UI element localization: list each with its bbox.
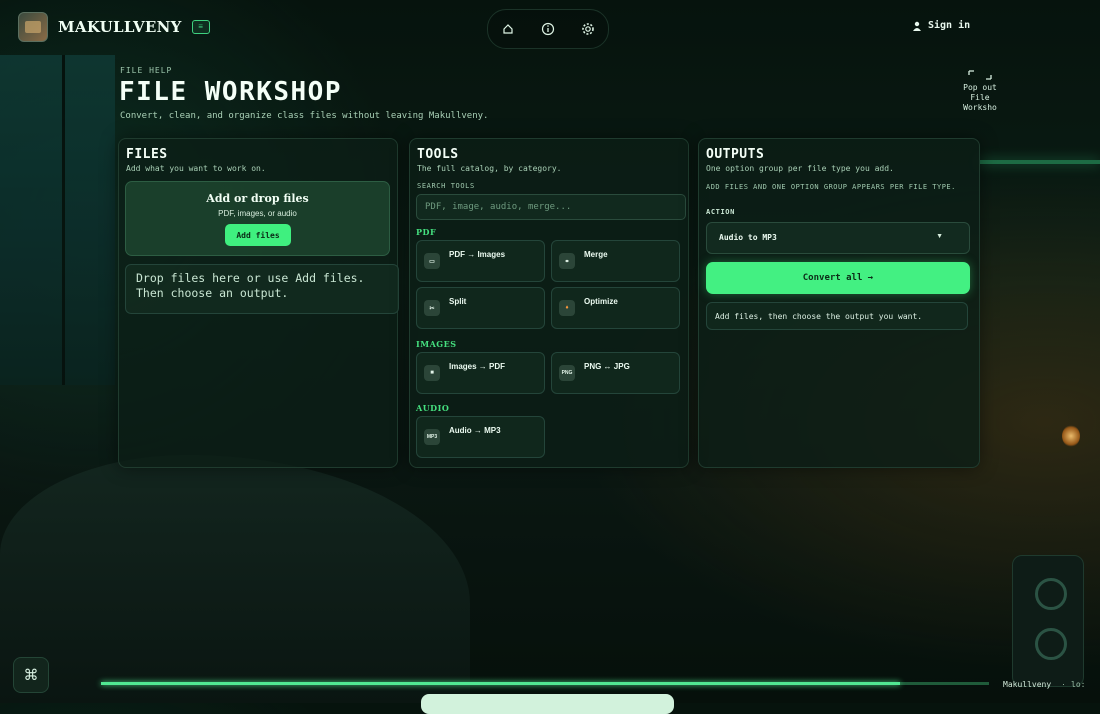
background-bed	[0, 455, 470, 703]
files-title: FILES	[126, 147, 168, 162]
bottom-dock[interactable]	[421, 694, 674, 714]
tool-audio-to-mp3[interactable]: MP3 Audio → MP3	[416, 416, 545, 458]
tool-pdf-to-images[interactable]: ▭ PDF → Images	[416, 240, 545, 282]
top-navigation	[487, 9, 609, 49]
category-pdf: PDF	[416, 227, 437, 237]
dropzone-title: Add or drop files	[206, 192, 309, 205]
sign-in-button[interactable]: Sign in	[912, 20, 970, 31]
command-icon[interactable]: ⌘	[13, 657, 49, 693]
tool-merge[interactable]: ⚭ Merge	[551, 240, 680, 282]
pop-out-button[interactable]: Pop out File Worksho	[955, 70, 1005, 113]
footer-extra: lo:	[1071, 680, 1086, 689]
tool-split[interactable]: ✂ Split	[416, 287, 545, 329]
brand-logo	[18, 12, 48, 42]
outputs-note: ADD FILES AND ONE OPTION GROUP APPEARS P…	[706, 183, 956, 191]
footer-brand: Makullveny	[1003, 680, 1052, 689]
tool-label: Merge	[584, 250, 608, 259]
add-files-button[interactable]: Add files	[225, 224, 291, 246]
search-input[interactable]	[416, 194, 686, 220]
home-icon[interactable]	[497, 18, 519, 40]
category-audio: AUDIO	[416, 403, 450, 413]
mp3-icon: MP3	[424, 429, 440, 445]
info-icon[interactable]	[537, 18, 559, 40]
outputs-panel: OUTPUTS One option group per file type y…	[698, 138, 980, 468]
brand-name: MAKULLVENY	[58, 18, 182, 36]
outputs-title: OUTPUTS	[706, 147, 765, 162]
tool-optimize[interactable]: ♦ Optimize	[551, 287, 680, 329]
dropzone-subtitle: PDF, images, or audio	[218, 209, 297, 218]
tool-label: Split	[449, 297, 467, 306]
file-dropzone[interactable]: Add or drop files PDF, images, or audio …	[125, 181, 390, 256]
files-subtitle: Add what you want to work on.	[126, 164, 266, 173]
tool-png-jpg[interactable]: PNG PNG ↔ JPG	[551, 352, 680, 394]
page-subtitle: Convert, clean, and organize class files…	[120, 111, 489, 121]
background-lamp	[1062, 425, 1080, 447]
chevron-down-icon: ▼	[936, 233, 943, 240]
footer-separator: ·	[1062, 679, 1065, 689]
files-hint: Drop files here or use Add files. Then c…	[125, 264, 399, 314]
background-speaker	[1012, 555, 1084, 687]
page-title: FILE WORKSHOP	[119, 77, 342, 107]
tools-subtitle: The full catalog, by category.	[417, 164, 562, 173]
outputs-message: Add files, then choose the output you wa…	[706, 302, 968, 330]
progress-track	[101, 682, 989, 685]
search-label: SEARCH TOOLS	[417, 182, 475, 190]
action-select-value: Audio to MP3	[719, 233, 777, 242]
action-label: ACTION	[706, 208, 735, 216]
tool-label: Images → PDF	[449, 362, 506, 371]
convert-all-button[interactable]: Convert all →	[706, 262, 970, 294]
tool-label: Audio → MP3	[449, 426, 501, 435]
flame-icon: ♦	[559, 300, 575, 316]
pop-out-icon	[968, 70, 992, 80]
outputs-subtitle: One option group per file type you add.	[706, 164, 894, 173]
background-window	[0, 55, 115, 385]
gear-icon[interactable]	[577, 18, 599, 40]
pop-out-label: Pop out File Worksho	[963, 83, 997, 112]
brand[interactable]: MAKULLVENY ≡	[18, 12, 210, 42]
background-shelf-light	[980, 160, 1100, 164]
user-icon	[913, 21, 921, 31]
sign-in-label: Sign in	[928, 20, 971, 31]
progress-fill	[101, 682, 901, 685]
tool-images-to-pdf[interactable]: ■ Images → PDF	[416, 352, 545, 394]
action-select[interactable]: Audio to MP3 ▼	[706, 222, 970, 254]
image-icon: ▭	[424, 253, 440, 269]
file-icon: ■	[424, 365, 440, 381]
files-panel: FILES Add what you want to work on. Add …	[118, 138, 399, 468]
tools-title: TOOLS	[417, 147, 459, 162]
png-icon: PNG	[559, 365, 575, 381]
tool-label: PNG ↔ JPG	[584, 362, 630, 371]
tool-label: PDF → Images	[449, 250, 506, 259]
link-icon: ⚭	[559, 253, 575, 269]
tools-panel: TOOLS The full catalog, by category. SEA…	[409, 138, 689, 468]
chat-badge-icon: ≡	[191, 20, 210, 34]
tool-label: Optimize	[584, 297, 618, 306]
category-images: IMAGES	[416, 339, 457, 349]
page-eyebrow: FILE HELP	[120, 66, 173, 75]
scissors-icon: ✂	[424, 300, 440, 316]
